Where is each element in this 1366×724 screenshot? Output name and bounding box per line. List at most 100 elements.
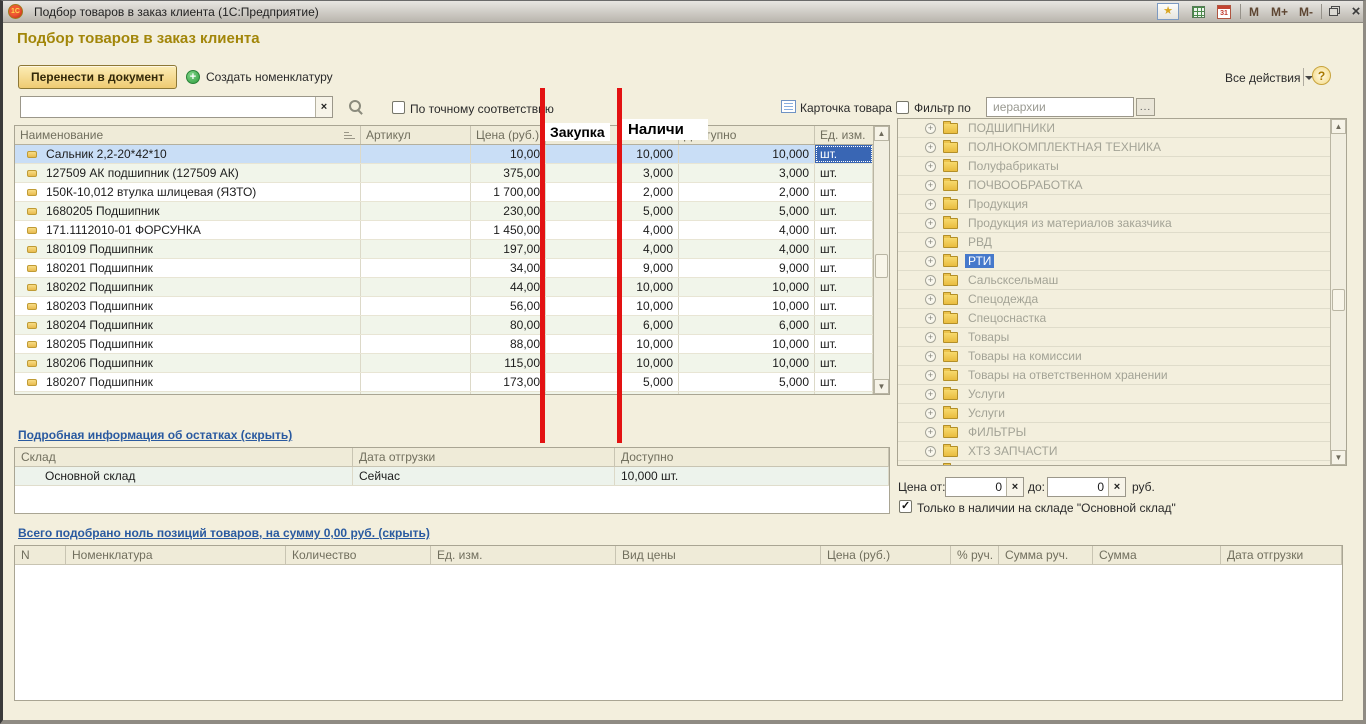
product-name-cell[interactable]: Сальник 2,2-20*42*10 <box>15 145 361 163</box>
calculator-button[interactable] <box>1188 3 1208 20</box>
filter-by-checkbox[interactable] <box>896 101 909 114</box>
product-price-cell[interactable]: 56,00 <box>471 297 546 315</box>
favorites-button[interactable]: ★ <box>1157 3 1179 20</box>
expand-icon[interactable] <box>925 199 936 210</box>
scroll-down-icon[interactable]: ▼ <box>874 379 889 394</box>
tree-row[interactable]: ПОДШИПНИКИ <box>898 119 1330 138</box>
tree-row[interactable]: ПОЛНОКОМПЛЕКТНАЯ ТЕХНИКА <box>898 138 1330 157</box>
product-available-cell[interactable] <box>679 392 815 394</box>
product-unit-cell[interactable]: шт. <box>815 335 873 353</box>
product-purchase-cell[interactable] <box>546 297 621 315</box>
product-stock-cell[interactable]: 10,000 <box>621 297 679 315</box>
product-purchase-cell[interactable] <box>546 316 621 334</box>
product-purchase-cell[interactable] <box>546 278 621 296</box>
tree-label[interactable]: Товары на комиссии <box>965 349 1085 363</box>
product-stock-cell[interactable]: 6,000 <box>621 316 679 334</box>
product-stock-cell[interactable]: 3,000 <box>621 164 679 182</box>
product-article-cell[interactable] <box>361 221 471 239</box>
expand-icon[interactable] <box>925 313 936 324</box>
product-unit-cell[interactable]: шт. <box>815 316 873 334</box>
tree-label[interactable]: Полуфабрикаты <box>965 159 1062 173</box>
product-name-cell[interactable]: 180208 Подшипник <box>15 392 361 394</box>
expand-icon[interactable] <box>925 256 936 267</box>
exact-match-checkbox[interactable] <box>392 101 405 114</box>
product-stock-cell[interactable]: 4,000 <box>621 221 679 239</box>
expand-icon[interactable] <box>925 408 936 419</box>
product-name-cell[interactable]: 171.1112010-01 ФОРСУНКА <box>15 221 361 239</box>
product-available-cell[interactable]: 10,000 <box>679 354 815 372</box>
warehouse-cell[interactable]: Основной склад <box>15 467 353 485</box>
product-purchase-cell[interactable] <box>546 183 621 201</box>
all-actions-button[interactable]: Все действия <box>1225 70 1313 86</box>
product-row[interactable]: 180205 Подшипник 88,00 10,000 10,000 шт. <box>15 335 873 354</box>
clear-icon[interactable]: × <box>1006 478 1023 496</box>
header-name[interactable]: Наименование <box>15 126 361 144</box>
product-name-cell[interactable]: 180207 Подшипник <box>15 373 361 391</box>
calendar-button[interactable]: 31 <box>1215 3 1233 20</box>
expand-icon[interactable] <box>925 389 936 400</box>
restore-button[interactable] <box>1327 5 1341 17</box>
product-article-cell[interactable] <box>361 335 471 353</box>
product-purchase-cell[interactable] <box>546 354 621 372</box>
tree-label[interactable]: ПОЧВООБРАБОТКА <box>965 178 1085 192</box>
m-button[interactable]: M <box>1249 4 1259 19</box>
tree-row[interactable] <box>898 461 1330 465</box>
tree-row[interactable]: ПОЧВООБРАБОТКА <box>898 176 1330 195</box>
expand-icon[interactable] <box>925 123 936 134</box>
tree-row[interactable]: ХТЗ ЗАПЧАСТИ <box>898 442 1330 461</box>
product-available-cell[interactable]: 2,000 <box>679 183 815 201</box>
product-article-cell[interactable] <box>361 183 471 201</box>
product-available-cell[interactable]: 4,000 <box>679 240 815 258</box>
product-article-cell[interactable] <box>361 259 471 277</box>
tree-label[interactable]: Продукция из материалов заказчика <box>965 216 1175 230</box>
product-available-cell[interactable]: 5,000 <box>679 373 815 391</box>
tree-label[interactable]: Товары на ответственном хранении <box>965 368 1171 382</box>
product-price-cell[interactable]: 44,00 <box>471 278 546 296</box>
help-button[interactable]: ? <box>1312 66 1331 85</box>
product-unit-cell[interactable] <box>815 392 873 394</box>
clear-search-button[interactable]: × <box>315 97 332 117</box>
product-purchase-cell[interactable] <box>546 259 621 277</box>
tree-label[interactable]: Услуги <box>965 406 1008 420</box>
scroll-down-icon[interactable]: ▼ <box>1331 450 1346 465</box>
available-cell[interactable]: 10,000 шт. <box>615 467 889 485</box>
product-article-cell[interactable] <box>361 278 471 296</box>
tree-row[interactable]: Спецодежда <box>898 290 1330 309</box>
stock-header-cell[interactable]: Дата отгрузки <box>353 448 615 466</box>
create-nomenclature-button[interactable]: Создать номенклатуру <box>186 69 333 85</box>
products-scrollbar[interactable]: ▲ ▼ <box>873 126 889 394</box>
tree-row[interactable]: Полуфабрикаты <box>898 157 1330 176</box>
product-purchase-cell[interactable] <box>546 240 621 258</box>
product-available-cell[interactable]: 10,000 <box>679 145 815 163</box>
product-purchase-cell[interactable] <box>546 202 621 220</box>
product-name-cell[interactable]: 180109 Подшипник <box>15 240 361 258</box>
product-name-cell[interactable]: 127509 АК подшипник (127509 АК) <box>15 164 361 182</box>
product-available-cell[interactable]: 4,000 <box>679 221 815 239</box>
product-available-cell[interactable]: 6,000 <box>679 316 815 334</box>
product-available-cell[interactable]: 10,000 <box>679 278 815 296</box>
product-stock-cell[interactable]: 4,000 <box>621 240 679 258</box>
search-icon[interactable] <box>349 100 363 114</box>
more-options-button[interactable]: ... <box>1136 98 1155 116</box>
product-unit-cell[interactable]: шт. <box>815 278 873 296</box>
product-card-icon[interactable] <box>781 100 796 113</box>
tree-row[interactable]: РТИ <box>898 252 1330 271</box>
product-price-cell[interactable]: 10,00 <box>471 145 546 163</box>
product-unit-cell[interactable]: шт. <box>815 202 873 220</box>
product-unit-cell[interactable]: шт. <box>815 221 873 239</box>
product-unit-cell[interactable]: шт. <box>815 354 873 372</box>
tree-label[interactable]: ХТЗ ЗАПЧАСТИ <box>965 444 1060 458</box>
product-row[interactable]: Сальник 2,2-20*42*10 10,00 10,000 10,000… <box>15 145 873 164</box>
tree-label[interactable]: РТИ <box>965 254 994 268</box>
product-stock-cell[interactable]: 5,000 <box>621 373 679 391</box>
expand-icon[interactable] <box>925 142 936 153</box>
product-price-cell[interactable]: 1 700,00 <box>471 183 546 201</box>
product-purchase-cell[interactable] <box>546 392 621 394</box>
product-price-cell[interactable]: 88,00 <box>471 335 546 353</box>
picked-header-cell[interactable]: N <box>15 546 66 564</box>
expand-icon[interactable] <box>925 465 936 466</box>
product-stock-cell[interactable]: 10,000 <box>621 335 679 353</box>
product-unit-cell[interactable]: шт. <box>815 164 873 182</box>
tree-row[interactable]: Товары <box>898 328 1330 347</box>
product-article-cell[interactable] <box>361 392 471 394</box>
